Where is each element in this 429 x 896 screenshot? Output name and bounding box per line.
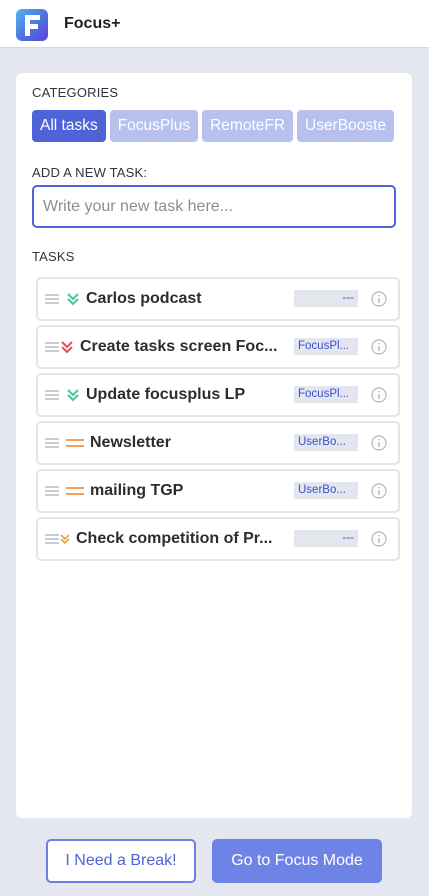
priority-low-icon xyxy=(67,293,79,306)
main-card: CATEGORIES All tasks FocusPlus RemoteFR Use… xyxy=(16,73,412,818)
task-category-tag[interactable]: --- xyxy=(294,290,358,307)
tasks-label: TASKS xyxy=(32,249,75,264)
drag-handle-icon[interactable] xyxy=(45,342,59,352)
focus-plus-logo-icon xyxy=(25,15,40,36)
go-to-focus-mode-button[interactable]: Go to Focus Mode xyxy=(212,839,382,883)
priority-high-icon xyxy=(61,341,73,354)
app-title: Focus+ xyxy=(64,15,121,32)
info-icon[interactable] xyxy=(371,291,387,307)
category-tab-userbooster[interactable]: UserBooste xyxy=(297,110,395,142)
task-row[interactable]: mailing TGP UserBo... xyxy=(36,469,400,513)
task-category-tag[interactable]: UserBo... xyxy=(294,482,358,499)
task-row[interactable]: Create tasks screen Foc... FocusPl... xyxy=(36,325,400,369)
task-category-tag[interactable]: UserBo... xyxy=(294,434,358,451)
info-icon[interactable] xyxy=(371,339,387,355)
task-category-tag[interactable]: FocusPl... xyxy=(294,386,358,403)
info-icon[interactable] xyxy=(371,531,387,547)
info-icon[interactable] xyxy=(371,435,387,451)
info-icon[interactable] xyxy=(371,483,387,499)
priority-lowest-icon xyxy=(60,534,70,545)
task-name: mailing TGP xyxy=(90,482,184,499)
category-tab-remotefr[interactable]: RemoteFR xyxy=(202,110,294,142)
task-row[interactable]: Newsletter UserBo... xyxy=(36,421,400,465)
task-name: Newsletter xyxy=(90,434,171,451)
drag-handle-icon[interactable] xyxy=(45,390,59,400)
category-tab-focusplus[interactable]: FocusPlus xyxy=(109,110,199,142)
need-a-break-button[interactable]: I Need a Break! xyxy=(46,839,196,883)
task-list: Carlos podcast --- Create tasks screen F… xyxy=(36,277,400,565)
task-name: Carlos podcast xyxy=(86,290,202,307)
priority-low-icon xyxy=(67,389,79,402)
task-category-tag[interactable]: FocusPl... xyxy=(294,338,358,355)
task-row[interactable]: Update focusplus LP FocusPl... xyxy=(36,373,400,417)
app-header: Focus+ xyxy=(0,0,429,48)
task-row[interactable]: Check competition of Pr... --- xyxy=(36,517,400,561)
categories-label: CATEGORIES xyxy=(32,85,119,100)
drag-handle-icon[interactable] xyxy=(45,438,59,448)
info-icon[interactable] xyxy=(371,387,387,403)
task-name: Update focusplus LP xyxy=(86,386,246,403)
drag-handle-icon[interactable] xyxy=(45,486,59,496)
task-row[interactable]: Carlos podcast --- xyxy=(36,277,400,321)
category-tabs: All tasks FocusPlus RemoteFR UserBooste xyxy=(32,110,404,142)
drag-handle-icon[interactable] xyxy=(45,294,59,304)
priority-medium-icon xyxy=(66,439,84,447)
drag-handle-icon[interactable] xyxy=(45,534,59,544)
task-category-tag[interactable]: --- xyxy=(294,530,358,547)
priority-medium-icon xyxy=(66,487,84,495)
new-task-label: ADD A NEW TASK: xyxy=(32,165,148,180)
task-name: Create tasks screen Foc... xyxy=(80,338,278,355)
new-task-input[interactable] xyxy=(32,185,396,228)
category-tab-all[interactable]: All tasks xyxy=(32,110,106,142)
app-logo xyxy=(16,9,48,41)
task-name: Check competition of Pr... xyxy=(76,530,273,547)
